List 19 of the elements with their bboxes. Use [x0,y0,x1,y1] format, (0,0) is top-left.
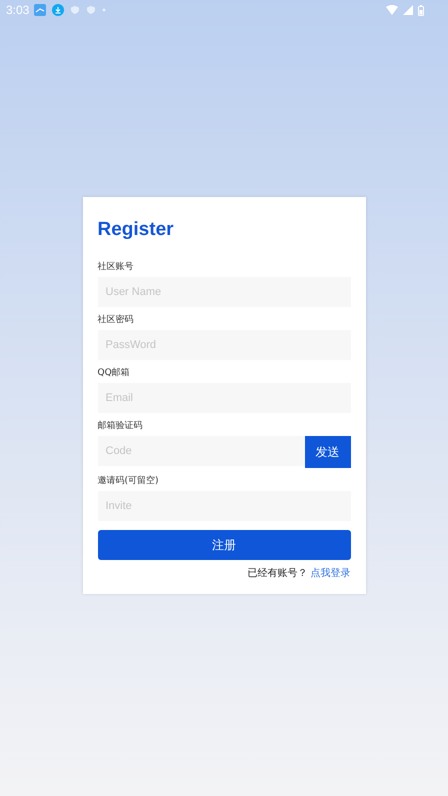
login-prompt: 已经有账号？ [248,566,308,580]
register-button[interactable]: 注册 [98,530,350,560]
app-icon [34,4,46,16]
battery-icon [418,4,424,16]
wifi-icon [386,5,398,15]
download-icon [52,4,64,16]
login-link[interactable]: 点我登录 [310,566,350,580]
status-time: 3:03 [6,3,30,17]
form-title: Register [98,219,175,241]
field-label: 社区账号 [98,261,134,273]
field-label: 社区密码 [98,314,134,326]
field-label: 邀请码(可留空) [98,475,160,487]
shield-icon [86,5,96,15]
dot-icon [102,8,106,12]
field-label: 邮箱验证码 [98,420,144,432]
send-button[interactable]: 发送 [304,436,350,468]
signal-icon [403,5,413,15]
shield-icon [70,5,80,15]
field-label: QQ邮箱 [98,367,131,379]
